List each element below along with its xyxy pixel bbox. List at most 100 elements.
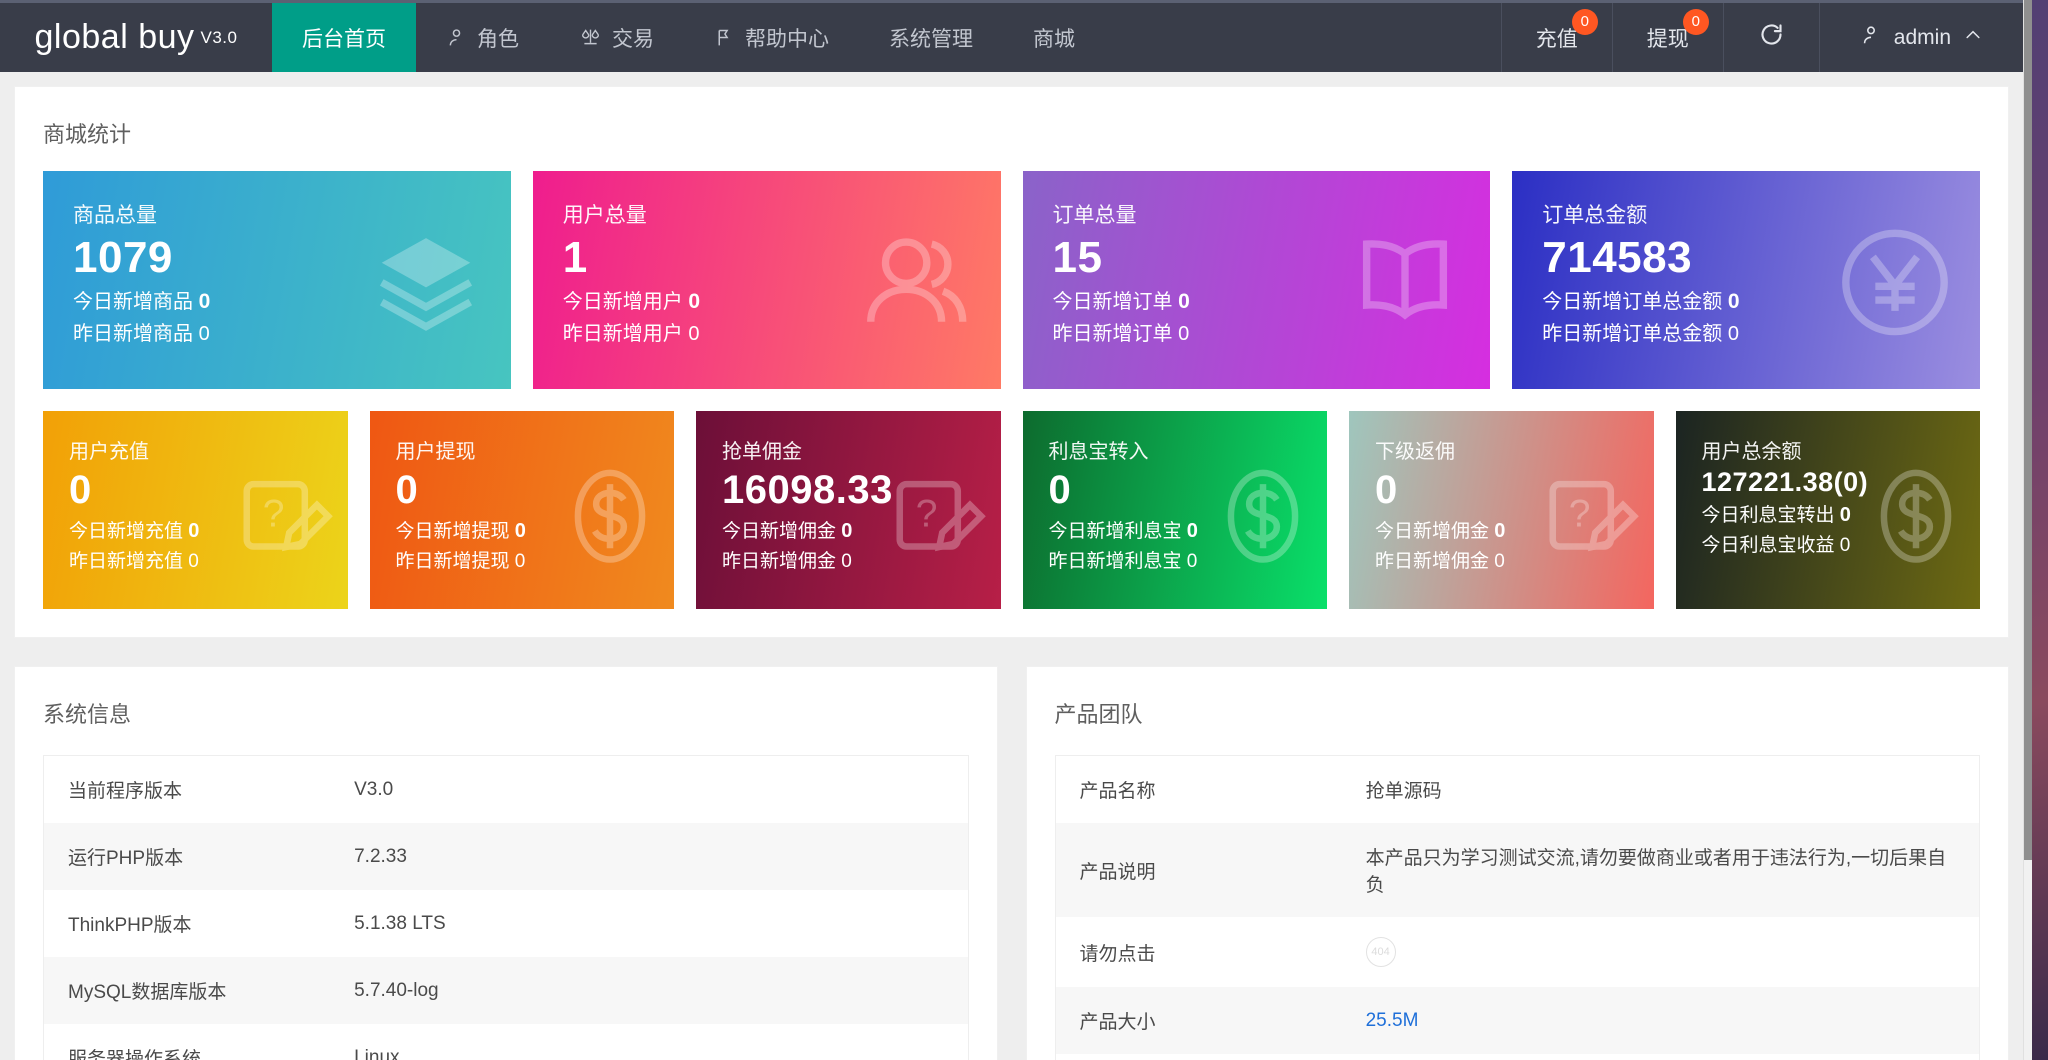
- scale-icon: [579, 27, 602, 48]
- withdraw-label: 提现: [1647, 23, 1689, 53]
- table-cell-value: 7.2.33: [330, 823, 968, 890]
- table-cell-value[interactable]: 25.5M: [1342, 987, 1980, 1054]
- brand-name: global buy: [35, 18, 195, 57]
- stat-card-value: 714583: [1542, 231, 1980, 285]
- recharge-button[interactable]: 充值 0: [1501, 3, 1612, 72]
- stat-card[interactable]: 抢单佣金16098.33今日新增佣金 0昨日新增佣金 0 ?: [696, 411, 1001, 609]
- table-cell-value: 5.1.38 LTS: [330, 890, 968, 957]
- table-cell-value[interactable]: mysql: [1342, 1054, 1980, 1060]
- stat-card-today: 今日新增利息宝 0: [1049, 515, 1328, 547]
- product-team-title: 产品团队: [1027, 667, 2009, 729]
- recharge-badge: 0: [1572, 9, 1598, 35]
- top-navigation-bar: global buy V3.0 后台首页 角色: [0, 0, 2023, 72]
- page-content: 商城统计 商品总量1079今日新增商品 0昨日新增商品 0 用户总量1今日新增用…: [0, 72, 2023, 1060]
- stat-card-title: 用户总量: [563, 199, 1001, 229]
- stat-card-title: 用户提现: [396, 435, 675, 464]
- table-row: 产品名称抢单源码: [1055, 756, 1980, 824]
- nav-item-dashboard[interactable]: 后台首页: [272, 3, 416, 72]
- stat-card-yesterday: 昨日新增充值 0: [69, 547, 348, 577]
- user-icon: [446, 27, 467, 48]
- stat-card[interactable]: 商品总量1079今日新增商品 0昨日新增商品 0: [43, 171, 511, 389]
- table-cell-value: 本产品只为学习测试交流,请勿要做商业或者用于违法行为,一切后果自负: [1342, 823, 1980, 917]
- stats-row-secondary: 用户充值0今日新增充值 0昨日新增充值 0 ? 用户提现0今日新增提现 0昨日新…: [43, 411, 1980, 609]
- stat-card-today: 今日新增佣金 0: [722, 515, 1001, 547]
- brand-logo[interactable]: global buy V3.0: [0, 3, 272, 72]
- system-info-title: 系统信息: [15, 667, 997, 729]
- product-team-panel: 产品团队 产品名称抢单源码产品说明本产品只为学习测试交流,请勿要做商业或者用于违…: [1026, 666, 2010, 1060]
- table-cell-value: 404: [1342, 917, 1980, 987]
- table-cell-value: 5.7.40-log: [330, 957, 968, 1024]
- nav-item-label: 系统管理: [889, 23, 973, 53]
- nav-item-trade[interactable]: 交易: [549, 3, 684, 72]
- refresh-icon: [1758, 21, 1785, 54]
- mall-statistics-panel: 商城统计 商品总量1079今日新增商品 0昨日新增商品 0 用户总量1今日新增用…: [14, 86, 2009, 638]
- brand-version: V3.0: [201, 28, 238, 48]
- stat-card-value: 1: [563, 231, 1001, 285]
- table-cell-key: 运行PHP版本: [44, 823, 331, 890]
- stat-card-value: 0: [396, 466, 675, 515]
- table-cell-key: ThinkPHP版本: [44, 890, 331, 957]
- nav-item-label: 后台首页: [302, 23, 386, 53]
- value-link[interactable]: 25.5M: [1366, 1010, 1419, 1031]
- stat-card-yesterday: 今日利息宝收益 0: [1702, 531, 1981, 561]
- stat-card-title: 用户充值: [69, 435, 348, 464]
- user-menu[interactable]: admin: [1819, 3, 2023, 72]
- withdraw-button[interactable]: 提现 0: [1612, 3, 1723, 72]
- table-cell-key: 产品名称: [1055, 756, 1342, 824]
- user-name: admin: [1894, 26, 1951, 50]
- stats-row-primary: 商品总量1079今日新增商品 0昨日新增商品 0 用户总量1今日新增用户 0昨日…: [43, 171, 1980, 389]
- recharge-label: 充值: [1536, 23, 1578, 53]
- stat-card-value: 0: [69, 466, 348, 515]
- stat-card[interactable]: 用户总余额127221.38(0)今日利息宝转出 0今日利息宝收益 0: [1676, 411, 1981, 609]
- page-scrollbar-thumb[interactable]: [2024, 0, 2032, 860]
- stat-card-yesterday: 昨日新增订单总金额 0: [1542, 318, 1980, 350]
- table-cell-key: 请勿点击: [1055, 917, 1342, 987]
- stat-card[interactable]: 利息宝转入0今日新增利息宝 0昨日新增利息宝 0: [1023, 411, 1328, 609]
- nav-item-role[interactable]: 角色: [416, 3, 549, 72]
- stat-card-today: 今日利息宝转出 0: [1702, 499, 1981, 531]
- nav-item-system-management[interactable]: 系统管理: [859, 3, 1003, 72]
- stat-card[interactable]: 订单总量15今日新增订单 0昨日新增订单 0: [1023, 171, 1491, 389]
- stats-grid: 商品总量1079今日新增商品 0昨日新增商品 0 用户总量1今日新增用户 0昨日…: [15, 171, 2008, 637]
- system-info-panel: 系统信息 当前程序版本V3.0运行PHP版本7.2.33ThinkPHP版本5.…: [14, 666, 998, 1060]
- table-row: 服务器操作系统Linux: [44, 1024, 969, 1060]
- nav-right-actions: 充值 0 提现 0: [1501, 3, 2023, 72]
- stat-card-title: 商品总量: [73, 199, 511, 229]
- stat-card-yesterday: 昨日新增商品 0: [73, 318, 511, 350]
- table-row: 运行PHP版本7.2.33: [44, 823, 969, 890]
- stat-card[interactable]: 用户充值0今日新增充值 0昨日新增充值 0 ?: [43, 411, 348, 609]
- avatar-icon: [1860, 24, 1882, 52]
- stat-card[interactable]: 用户总量1今日新增用户 0昨日新增用户 0: [533, 171, 1001, 389]
- table-cell-key: 产品说明: [1055, 823, 1342, 917]
- mall-statistics-title: 商城统计: [15, 87, 2008, 149]
- stat-card-yesterday: 昨日新增佣金 0: [722, 547, 1001, 577]
- table-row: 请勿点击 404: [1055, 917, 1980, 987]
- chevron-up-icon: [1963, 25, 1983, 51]
- table-cell-value: Linux: [330, 1024, 968, 1060]
- stat-card-today: 今日新增佣金 0: [1375, 515, 1654, 547]
- stat-card[interactable]: 订单总金额714583今日新增订单总金额 0昨日新增订单总金额 0: [1512, 171, 1980, 389]
- nav-item-mall[interactable]: 商城: [1003, 3, 1105, 72]
- table-cell-value: 抢单源码: [1342, 756, 1980, 824]
- main-nav-items: 后台首页 角色 交易: [272, 3, 1105, 72]
- table-cell-key: 产品大小: [1055, 987, 1342, 1054]
- refresh-button[interactable]: [1723, 3, 1819, 72]
- stat-card-title: 订单总量: [1053, 199, 1491, 229]
- stat-card-title: 利息宝转入: [1049, 435, 1328, 464]
- stat-card-today: 今日新增用户 0: [563, 285, 1001, 319]
- stat-card-today: 今日新增充值 0: [69, 515, 348, 547]
- stat-card-today: 今日新增商品 0: [73, 285, 511, 319]
- broken-image-404-icon[interactable]: 404: [1366, 937, 1396, 967]
- stat-card[interactable]: 用户提现0今日新增提现 0昨日新增提现 0: [370, 411, 675, 609]
- table-cell-value: V3.0: [330, 756, 968, 824]
- stat-card-yesterday: 昨日新增订单 0: [1053, 318, 1491, 350]
- nav-item-label: 角色: [477, 23, 519, 53]
- table-cell-key: MySQL数据库版本: [44, 957, 331, 1024]
- stat-card-title: 抢单佣金: [722, 435, 1001, 464]
- stat-card[interactable]: 下级返佣0今日新增佣金 0昨日新增佣金 0 ?: [1349, 411, 1654, 609]
- system-info-table: 当前程序版本V3.0运行PHP版本7.2.33ThinkPHP版本5.1.38 …: [43, 755, 969, 1060]
- nav-item-help-center[interactable]: 帮助中心: [684, 3, 859, 72]
- stat-card-value: 0: [1049, 466, 1328, 515]
- stat-card-title: 用户总余额: [1702, 435, 1981, 464]
- stat-card-today: 今日新增订单总金额 0: [1542, 285, 1980, 319]
